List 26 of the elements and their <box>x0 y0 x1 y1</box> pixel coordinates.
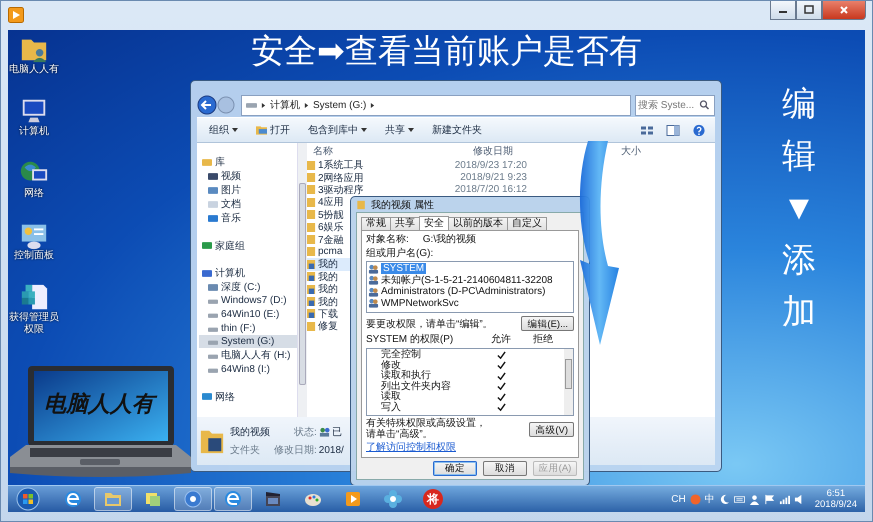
edit-hint: 要更改权限，请单击“编辑”。 <box>366 318 493 330</box>
item-type: 文件夹 <box>230 444 261 457</box>
object-name-value: G:\我的视频 <box>422 234 476 246</box>
permission-name: 写入 <box>380 402 402 413</box>
object-name-label: 对象名称: <box>366 234 409 246</box>
allow-header: 允许 <box>490 334 512 346</box>
permission-name: 读取和执行 <box>380 371 432 381</box>
permission-name: 列出文件夹内容 <box>380 382 452 392</box>
side-caption: 加 <box>782 293 816 333</box>
permission-name: 修改 <box>380 360 401 370</box>
modified-value: 2018/ <box>318 444 344 456</box>
side-caption: 添 <box>782 241 816 281</box>
side-caption: 辑 <box>782 137 816 177</box>
side-caption: ▼ <box>782 189 816 229</box>
side-caption: 编 <box>782 85 816 125</box>
users-label: 组或用户名(G): <box>366 248 434 259</box>
item-name: 我的视频 <box>230 426 270 439</box>
status-value: 已 <box>332 426 342 439</box>
permission-name: 读取 <box>380 392 402 402</box>
advanced-hint: 有关特殊权限或高级设置，请单击“高级”。 <box>366 418 486 440</box>
modified-label: 修改日期: <box>274 444 317 457</box>
heading-text: 安全➡查看当前账户是否有 <box>250 33 642 72</box>
deny-header: 拒绝 <box>532 334 554 346</box>
status-label: 状态: <box>293 426 317 439</box>
dialog-title: 我的视频 属性 <box>371 198 434 212</box>
permissions-label: SYSTEM 的权限(P) <box>366 334 454 346</box>
